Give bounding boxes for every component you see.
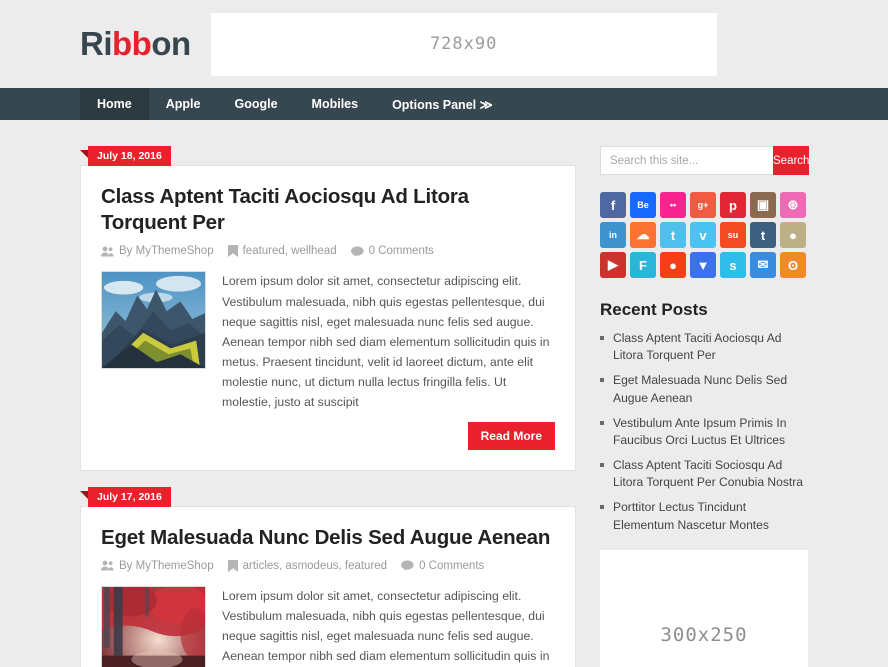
header-ad-banner[interactable]: 728x90	[210, 12, 717, 76]
site-header: Ribbon 728x90	[0, 0, 888, 88]
soundcloud-icon[interactable]: ☁	[630, 222, 656, 248]
recent-post-item[interactable]: Eget Malesuada Nunc Delis Sed Augue Aene…	[600, 372, 808, 406]
post-tags-label: articles, asmodeus, featured	[242, 559, 388, 572]
skype-icon[interactable]: s	[720, 252, 746, 278]
logo-part-3: on	[151, 25, 191, 62]
nav-item-google[interactable]: Google	[217, 88, 294, 120]
recent-post-item[interactable]: Vestibulum Ante Ipsum Primis In Faucibus…	[600, 415, 808, 449]
flickr-icon[interactable]: ••	[660, 192, 686, 218]
dribbble-icon[interactable]: ⊛	[780, 192, 806, 218]
pinterest-icon[interactable]: p	[720, 192, 746, 218]
page-wrapper: July 18, 2016 Class Aptent Taciti Aociosq…	[0, 146, 888, 667]
main-navigation: Home Apple Google Mobiles Options Panel ≫	[0, 88, 888, 120]
post-comments-label: 0 Comments	[368, 245, 434, 258]
post-card: Eget Malesuada Nunc Delis Sed Augue Aene…	[80, 505, 576, 667]
post-thumbnail[interactable]	[101, 585, 206, 667]
dropbox-icon[interactable]: ▼	[690, 252, 716, 278]
post-date-ribbon: July 18, 2016	[80, 146, 171, 166]
post-thumbnail[interactable]	[101, 271, 206, 370]
instagram-icon[interactable]: ▣	[750, 192, 776, 218]
read-more-button[interactable]: Read More	[467, 421, 555, 450]
recent-posts-list: Class Aptent Taciti Aociosqu Ad Litora T…	[600, 330, 808, 534]
sidebar: Search fBe••g+p▣⊛in☁tvsut●▶F●▼s✉ʘ Recent…	[600, 146, 810, 667]
tag-icon	[227, 245, 238, 258]
behance-icon[interactable]: Be	[630, 192, 656, 218]
users-icon	[101, 560, 114, 571]
post-tags[interactable]: articles, asmodeus, featured	[227, 559, 388, 572]
post-tags-label: featured, wellhead	[242, 245, 337, 258]
search-button[interactable]: Search	[773, 146, 810, 175]
post-date-ribbon: July 17, 2016	[80, 486, 171, 507]
post-title[interactable]: Class Aptent Taciti Aociosqu Ad Litora T…	[101, 184, 555, 236]
post-author-label: By MyThemeShop	[119, 559, 214, 572]
logo-part-2: bb	[112, 25, 152, 62]
post-meta: By MyThemeShop articles, asmodeus, featur…	[101, 559, 555, 572]
vimeo-icon[interactable]: v	[690, 222, 716, 248]
post-comments-label: 0 Comments	[419, 559, 485, 572]
logo-part-1: Ri	[80, 25, 113, 62]
social-icons-widget: f Be •• g+ p ▣ ⊛ in ☁ t v su t ● ▶ F ● ▼ s ✉ ʘ	[600, 192, 808, 278]
users-icon	[101, 246, 114, 257]
youtube-icon[interactable]: ▶	[600, 252, 626, 278]
main-content: July 18, 2016 Class Aptent Taciti Aociosq…	[80, 146, 576, 667]
foursquare-icon[interactable]: F	[630, 252, 656, 278]
comment-icon	[401, 560, 414, 572]
google-plus-icon[interactable]: g+	[690, 192, 716, 218]
post-tags[interactable]: featured, wellhead	[227, 245, 337, 258]
recent-posts-title: Recent Posts	[600, 300, 708, 319]
post-comments[interactable]: 0 Comments	[401, 560, 484, 572]
rss-icon[interactable]: ʘ	[780, 252, 806, 278]
tag-icon	[227, 559, 238, 572]
twitter-icon[interactable]: t	[660, 222, 686, 248]
nav-item-options-panel[interactable]: Options Panel ≫	[375, 88, 510, 120]
post-meta: By MyThemeShop featured, wellhead 0 Commen…	[101, 245, 555, 258]
recent-post-item[interactable]: Class Aptent Taciti Aociosqu Ad Litora T…	[600, 330, 808, 364]
post-article: July 17, 2016 Eget Malesuada Nunc Delis S…	[80, 486, 576, 667]
post-comments[interactable]: 0 Comments	[350, 245, 434, 258]
stumbleupon-icon[interactable]: su	[720, 222, 746, 248]
tumblr-icon[interactable]: t	[750, 222, 776, 248]
post-card: Class Aptent Taciti Aociosqu Ad Litora T…	[80, 165, 576, 471]
post-excerpt: Lorem ipsum dolor sit amet, consectetur …	[222, 588, 550, 664]
post-author-label: By MyThemeShop	[119, 245, 214, 258]
post-title[interactable]: Eget Malesuada Nunc Delis Sed Augue Aene…	[101, 525, 555, 551]
post-excerpt-column: Lorem ipsum dolor sit amet, consectetur …	[222, 586, 555, 667]
sidebar-ad-banner[interactable]: 300x250	[600, 549, 808, 667]
search-widget: Search	[600, 146, 810, 175]
post-excerpt-column: Lorem ipsum dolor sit amet, consectetur …	[222, 271, 555, 450]
search-input[interactable]	[600, 146, 773, 175]
post-author[interactable]: By MyThemeShop	[101, 245, 214, 257]
post-body: Lorem ipsum dolor sit amet, consectetur …	[101, 585, 555, 667]
facebook-icon[interactable]: f	[600, 192, 626, 218]
nav-item-home[interactable]: Home	[80, 88, 149, 120]
nav-item-mobiles[interactable]: Mobiles	[295, 88, 376, 120]
comment-icon	[350, 246, 364, 257]
nav-item-apple[interactable]: Apple	[149, 88, 218, 120]
post-author[interactable]: By MyThemeShop	[101, 560, 214, 572]
read-more-row: Read More	[222, 421, 555, 450]
recent-post-item[interactable]: Porttitor Lectus Tincidunt Elementum Nas…	[600, 499, 808, 533]
github-icon[interactable]: ●	[780, 222, 806, 248]
post-article: July 18, 2016 Class Aptent Taciti Aociosq…	[80, 146, 576, 471]
recent-post-item[interactable]: Class Aptent Taciti Sociosqu Ad Litora T…	[600, 457, 808, 491]
site-logo[interactable]: Ribbon	[80, 25, 191, 63]
reddit-icon[interactable]: ●	[660, 252, 686, 278]
post-body: Lorem ipsum dolor sit amet, consectetur …	[101, 271, 555, 450]
email-icon[interactable]: ✉	[750, 252, 776, 278]
linkedin-icon[interactable]: in	[600, 222, 626, 248]
post-excerpt: Lorem ipsum dolor sit amet, consectetur …	[222, 274, 550, 409]
